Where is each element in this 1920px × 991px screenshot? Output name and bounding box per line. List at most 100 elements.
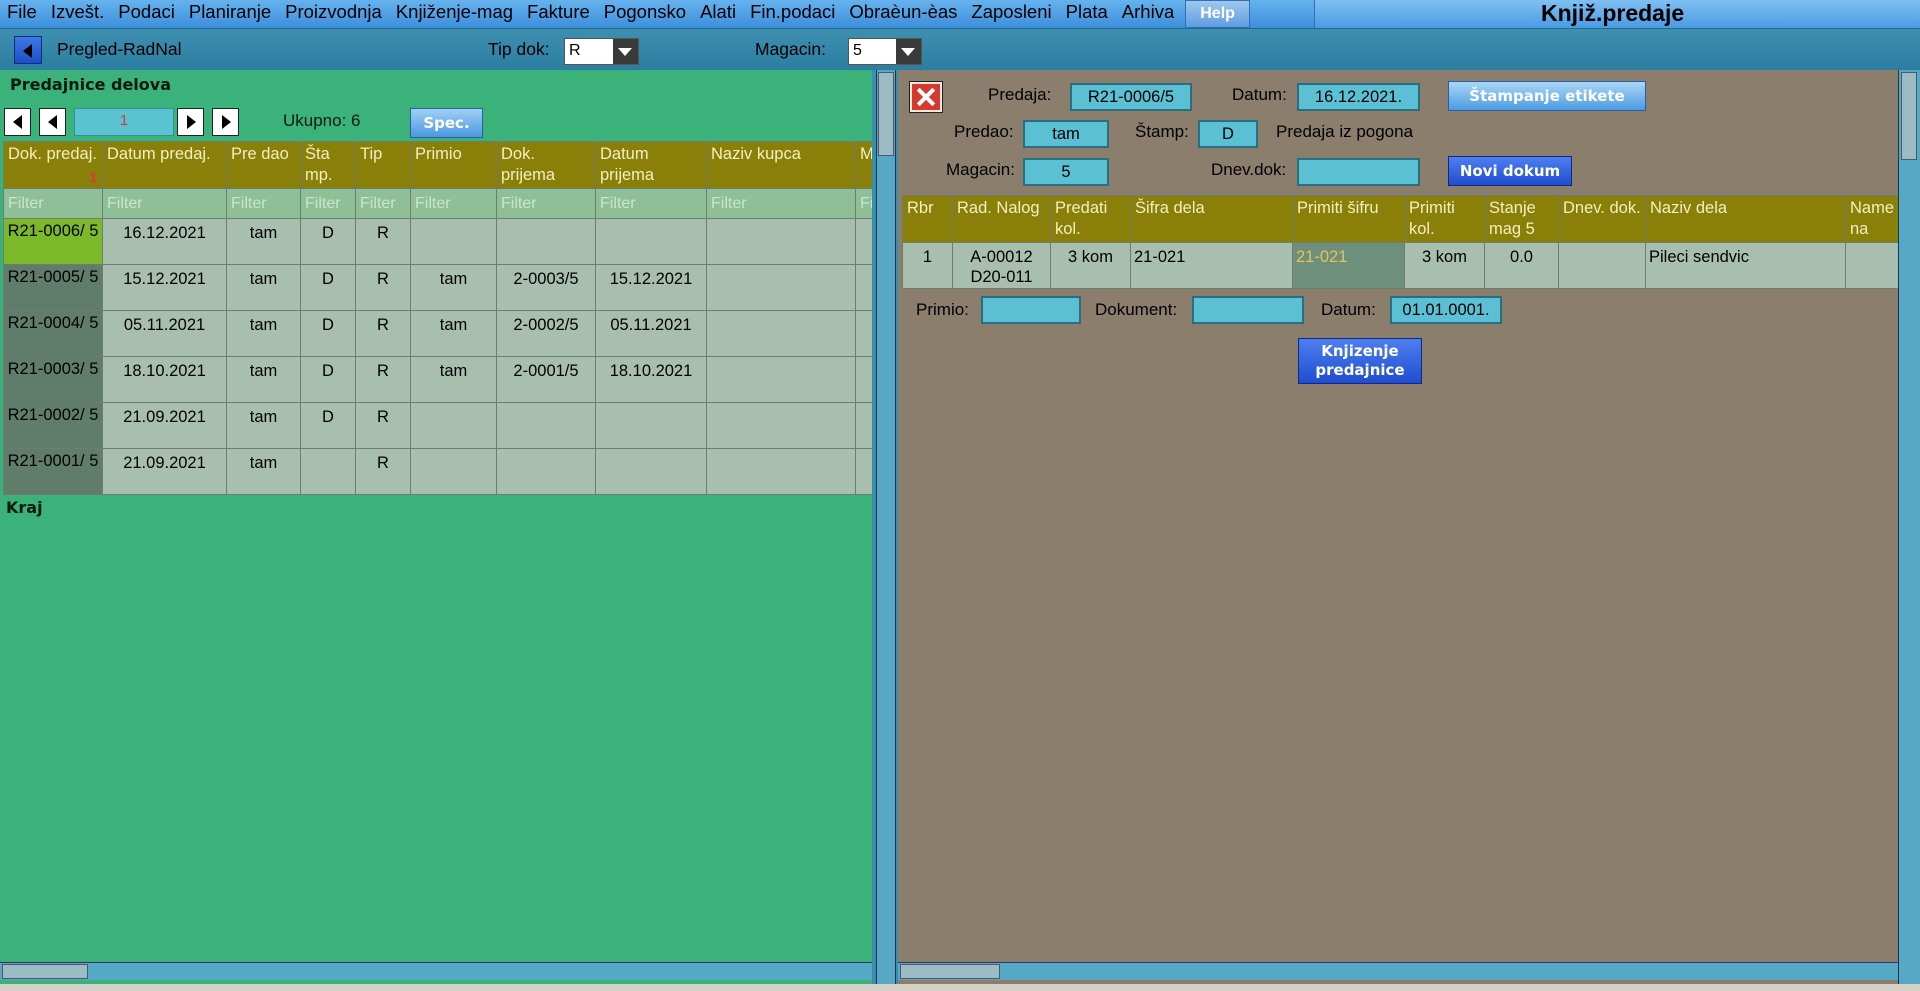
knjizenje-predajnice-button[interactable]: Knjizenje predajnice [1298, 338, 1422, 384]
column-header-label: Naziv dela [1650, 199, 1728, 217]
nav-label[interactable]: Pregled-RadNal [57, 39, 182, 60]
spec-button[interactable]: Spec. [410, 108, 483, 138]
filter-cell[interactable]: Filter [496, 188, 596, 219]
cell-primio: tam [410, 264, 497, 311]
help-button[interactable]: Help [1185, 0, 1250, 28]
column-header[interactable]: Datum predaj. [102, 141, 227, 189]
dokument-field[interactable] [1192, 296, 1304, 324]
column-header[interactable]: Datum prijema [595, 141, 707, 189]
sort-indicator: 1 [89, 169, 97, 185]
table-row[interactable]: R21-0002/ 5 21.09.2021 tam D R [3, 402, 872, 449]
column-header[interactable]: Name na [1845, 195, 1898, 243]
tip-dok-select[interactable]: R [564, 38, 639, 65]
menu-item[interactable]: Pogonsko [597, 0, 693, 28]
table-row[interactable]: R21-0004/ 5 05.11.2021 tam D Rtam 2-0002/5 05.… [3, 310, 872, 357]
chevron-down-icon[interactable] [613, 39, 638, 64]
scroll-thumb[interactable] [900, 964, 1000, 979]
menu-item[interactable]: Arhiva [1115, 0, 1181, 28]
filter-cell[interactable]: Filter [706, 188, 856, 219]
menu-item[interactable]: Fakture [520, 0, 597, 28]
menu-item[interactable]: Proizvodnja [278, 0, 389, 28]
column-header[interactable]: Dok. predaj. 1 [3, 141, 103, 189]
menu-item[interactable]: Izvešt. [44, 0, 111, 28]
column-header-label: Primio [415, 145, 462, 163]
column-header[interactable]: Primio [410, 141, 497, 189]
page-number-field[interactable]: 1 [74, 108, 174, 136]
column-header-label: Dok. prijema [501, 145, 556, 184]
column-header[interactable]: Tip [355, 141, 411, 189]
back-arrow-icon[interactable] [14, 36, 42, 64]
table-row[interactable]: R21-0006/ 5 16.12.2021 tam D R [3, 218, 872, 265]
first-page-icon[interactable] [4, 108, 31, 136]
datum2-field[interactable]: 01.01.0001. [1390, 296, 1502, 324]
chevron-down-icon[interactable] [896, 39, 921, 64]
cell-primio [410, 402, 497, 449]
stamp-field[interactable]: D [1198, 120, 1258, 148]
last-page-icon[interactable] [212, 108, 239, 136]
column-header[interactable]: M [855, 141, 872, 189]
prev-page-icon[interactable] [39, 108, 66, 136]
novi-dokum-button[interactable]: Novi dokum [1448, 156, 1572, 186]
filter-cell[interactable]: Filter [102, 188, 227, 219]
next-page-icon[interactable] [177, 108, 204, 136]
menu-item[interactable]: Knjiženje-mag [389, 0, 520, 28]
magacin-field[interactable]: 5 [1023, 158, 1109, 186]
filter-cell[interactable]: Filter [226, 188, 301, 219]
panel-splitter[interactable] [872, 70, 898, 984]
magacin-select[interactable]: 5 [848, 38, 922, 65]
column-header[interactable]: Pre dao [226, 141, 301, 189]
column-header[interactable]: Primiti kol. [1404, 195, 1485, 243]
table-header: Rbr Rad. Nalog Predati kol. Šifra dela Primi… [902, 195, 1898, 243]
cell-primio: tam [410, 356, 497, 403]
filter-cell[interactable]: Filter [595, 188, 707, 219]
column-header[interactable]: Primiti šifru [1292, 195, 1405, 243]
column-header[interactable]: Šta mp. [300, 141, 356, 189]
close-icon[interactable] [910, 82, 942, 112]
menu-item[interactable]: Alati [693, 0, 743, 28]
menu-item[interactable]: Fin.podaci [743, 0, 842, 28]
column-header[interactable]: Predati kol. [1050, 195, 1131, 243]
menu-item[interactable]: Plata [1059, 0, 1115, 28]
left-vertical-scrollbar[interactable] [876, 70, 896, 984]
scroll-thumb[interactable] [1901, 72, 1917, 160]
column-header[interactable]: Rad. Nalog [952, 195, 1051, 243]
menu-item[interactable]: Planiranje [182, 0, 278, 28]
table-row[interactable]: R21-0001/ 5 21.09.2021 tam R [3, 448, 872, 495]
column-header[interactable]: Dok. prijema [496, 141, 596, 189]
column-header[interactable]: Dnev. dok. [1558, 195, 1646, 243]
left-horizontal-scrollbar[interactable] [0, 962, 872, 980]
stampanje-etikete-button[interactable]: Štampanje etikete [1448, 81, 1646, 111]
menu-item[interactable]: Podaci [111, 0, 182, 28]
filter-cell[interactable]: Filter [3, 188, 103, 219]
table-row[interactable]: R21-0003/ 5 18.10.2021 tam D Rtam 2-0001/5 18.… [3, 356, 872, 403]
datum-label: Datum: [1232, 85, 1287, 104]
column-header[interactable]: Rbr [902, 195, 953, 243]
menu-item[interactable]: File [0, 0, 44, 28]
right-horizontal-scrollbar[interactable] [898, 962, 1898, 980]
column-header[interactable]: Stanje mag 5 [1484, 195, 1559, 243]
total-count: Ukupno: 6 [283, 111, 361, 130]
scroll-thumb[interactable] [878, 72, 894, 156]
predao-field[interactable]: tam [1023, 120, 1109, 148]
menu-item[interactable]: Obraèun-èas [842, 0, 964, 28]
column-header[interactable]: Naziv dela [1645, 195, 1846, 243]
table-row[interactable]: 1 A-00012 D20-011 3 kom 21-021 21-021 3 kom 0.… [902, 242, 1898, 289]
column-header[interactable]: Šifra dela [1130, 195, 1293, 243]
menu-item[interactable]: Zaposleni [964, 0, 1058, 28]
column-header[interactable]: Naziv kupca [706, 141, 856, 189]
cell-dok: R21-0002/ 5 [3, 402, 103, 449]
cell-m [855, 448, 872, 495]
filter-cell[interactable]: Filter [300, 188, 356, 219]
filter-cell[interactable]: Filter [355, 188, 411, 219]
cell-dok-prijema [496, 218, 596, 265]
predaja-field[interactable]: R21-0006/5 [1070, 83, 1192, 111]
filter-cell[interactable]: Filter [410, 188, 497, 219]
primio-field[interactable] [981, 296, 1081, 324]
datum-field[interactable]: 16.12.2021. [1297, 83, 1420, 111]
filter-cell[interactable]: Filter [855, 188, 872, 219]
scroll-thumb[interactable] [2, 964, 88, 979]
dnevdok-field[interactable] [1297, 158, 1420, 186]
right-vertical-scrollbar[interactable] [1898, 70, 1920, 984]
column-header-label: Rbr [907, 199, 934, 217]
table-row[interactable]: R21-0005/ 5 15.12.2021 tam D Rtam 2-0003/5 15.… [3, 264, 872, 311]
